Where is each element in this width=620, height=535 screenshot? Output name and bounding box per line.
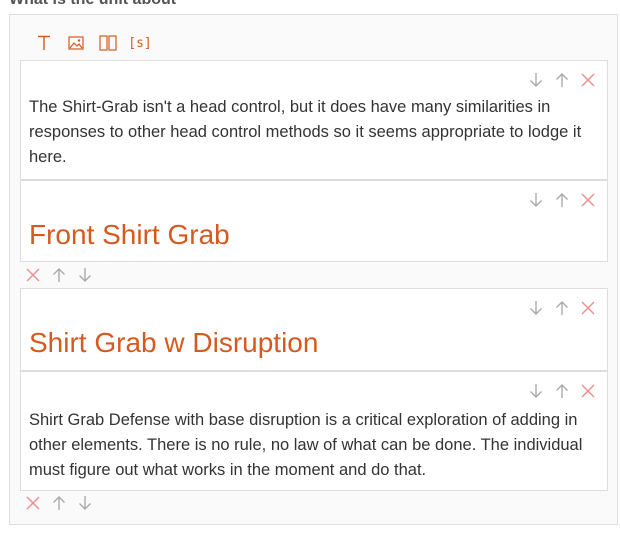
arrow-up-icon xyxy=(556,73,568,87)
content-block-paragraph[interactable]: The Shirt-Grab isn't a head control, but… xyxy=(20,60,608,180)
close-icon xyxy=(581,384,595,398)
move-row-up-button[interactable] xyxy=(50,266,68,284)
arrow-down-icon xyxy=(530,301,542,315)
section-label: What is the unit about xyxy=(9,0,176,9)
arrow-down-icon xyxy=(79,496,91,510)
arrow-down-icon xyxy=(530,384,542,398)
add-columns-button[interactable] xyxy=(92,33,124,53)
move-down-button[interactable] xyxy=(527,191,545,209)
row-controls xyxy=(24,266,94,284)
arrow-down-icon xyxy=(79,268,91,282)
move-up-button[interactable] xyxy=(553,191,571,209)
content-block-heading[interactable]: Front Shirt Grab xyxy=(20,180,608,262)
arrow-up-icon xyxy=(53,268,65,282)
block-controls xyxy=(527,71,597,89)
close-icon xyxy=(581,301,595,315)
delete-block-button[interactable] xyxy=(579,191,597,209)
delete-block-button[interactable] xyxy=(579,299,597,317)
move-row-down-button[interactable] xyxy=(76,266,94,284)
add-text-button[interactable] xyxy=(28,33,60,53)
move-up-button[interactable] xyxy=(553,71,571,89)
block-controls xyxy=(527,299,597,317)
arrow-up-icon xyxy=(53,496,65,510)
arrow-down-icon xyxy=(530,193,542,207)
content-block-heading[interactable]: Shirt Grab w Disruption xyxy=(20,288,608,371)
move-down-button[interactable] xyxy=(527,382,545,400)
delete-row-button[interactable] xyxy=(24,266,42,284)
move-row-up-button[interactable] xyxy=(50,494,68,512)
paragraph-text[interactable]: The Shirt-Grab isn't a head control, but… xyxy=(29,95,593,170)
content-block-paragraph[interactable]: Shirt Grab Defense with base disruption … xyxy=(20,371,608,491)
delete-row-button[interactable] xyxy=(24,494,42,512)
close-icon xyxy=(26,268,40,282)
add-image-button[interactable] xyxy=(60,33,92,53)
block-controls xyxy=(527,382,597,400)
move-up-button[interactable] xyxy=(553,299,571,317)
close-icon xyxy=(26,496,40,510)
arrow-down-icon xyxy=(530,73,542,87)
heading-text[interactable]: Shirt Grab w Disruption xyxy=(29,326,318,360)
move-down-button[interactable] xyxy=(527,71,545,89)
close-icon xyxy=(581,73,595,87)
move-down-button[interactable] xyxy=(527,299,545,317)
shortcode-icon: [s] xyxy=(128,35,152,51)
delete-block-button[interactable] xyxy=(579,71,597,89)
block-controls xyxy=(527,191,597,209)
arrow-up-icon xyxy=(556,301,568,315)
arrow-up-icon xyxy=(556,193,568,207)
content-editor: [s] The Shirt-Grab isn't a head control,… xyxy=(9,14,618,525)
paragraph-text[interactable]: Shirt Grab Defense with base disruption … xyxy=(29,408,593,483)
columns-icon xyxy=(99,35,117,51)
row-controls xyxy=(24,494,94,512)
editor-toolbar: [s] xyxy=(28,33,156,53)
close-icon xyxy=(581,193,595,207)
image-icon xyxy=(68,36,84,50)
arrow-up-icon xyxy=(556,384,568,398)
move-row-down-button[interactable] xyxy=(76,494,94,512)
add-shortcode-button[interactable]: [s] xyxy=(124,33,156,53)
move-up-button[interactable] xyxy=(553,382,571,400)
delete-block-button[interactable] xyxy=(579,382,597,400)
heading-text[interactable]: Front Shirt Grab xyxy=(29,218,230,252)
text-t-icon xyxy=(37,35,51,51)
